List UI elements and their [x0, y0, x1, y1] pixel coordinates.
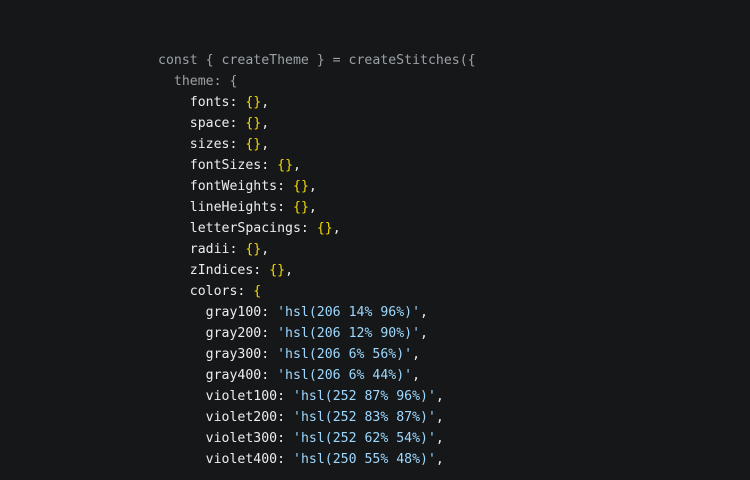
code-line-color-token: violet300: 'hsl(252 62% 54%)',	[205, 431, 444, 446]
property-key: fonts	[189, 95, 230, 110]
property-value: {}	[245, 242, 262, 257]
property-value: {}	[245, 116, 262, 131]
code-line-create-theme: const { createTheme } = createStitches({	[158, 53, 476, 68]
color-token-key: gray100	[205, 305, 262, 320]
property-value: {}	[293, 200, 309, 215]
color-token-key: violet100	[205, 389, 278, 404]
property-value: {}	[277, 158, 294, 173]
color-token-value: 'hsl(252 87% 96%)'	[293, 389, 436, 404]
property-key: space	[189, 116, 230, 131]
code-line-theme: theme: {	[158, 74, 238, 89]
color-token-key: violet200	[205, 410, 278, 425]
code-line-z-indices: zIndices: {},	[189, 263, 294, 278]
property-key: fontWeights	[189, 179, 278, 194]
color-token-value: 'hsl(206 6% 44%)'	[277, 368, 413, 383]
property-key: radii	[189, 242, 230, 257]
property-value: {}	[245, 95, 262, 110]
code-line-color-token: gray300: 'hsl(206 6% 56%)',	[205, 347, 421, 362]
color-token-value: 'hsl(250 55% 48%)'	[293, 452, 436, 467]
property-key: fontSizes	[189, 158, 262, 173]
property-value: {}	[316, 221, 333, 236]
code-line-sizes: sizes: {},	[189, 137, 270, 152]
property-key: lineHeights	[189, 200, 278, 215]
color-token-value: 'hsl(252 62% 54%)'	[293, 431, 436, 446]
color-token-value: 'hsl(206 6% 56%)'	[277, 347, 413, 362]
color-token-value: 'hsl(206 12% 90%)'	[277, 326, 421, 341]
code-line-letter-spacings: letterSpacings: {},	[189, 221, 341, 236]
property-value: {}	[269, 263, 286, 278]
open-brace: {	[253, 284, 262, 299]
code-line-line-heights: lineHeights: {},	[189, 200, 317, 215]
code-line-color-token: violet400: 'hsl(250 55% 48%)',	[205, 452, 444, 467]
color-token-key: gray200	[205, 326, 262, 341]
property-value: {}	[245, 137, 262, 152]
color-token-value: 'hsl(206 14% 96%)'	[277, 305, 421, 320]
code-line-color-token: violet200: 'hsl(252 83% 87%)',	[205, 410, 444, 425]
property-key: colors	[189, 284, 238, 299]
code-block: const { createTheme } = createStitches({…	[158, 50, 476, 470]
code-line-colors: colors: {	[189, 284, 262, 299]
property-value: {}	[293, 179, 309, 194]
code-line-color-token: violet100: 'hsl(252 87% 96%)',	[205, 389, 444, 404]
color-token-key: gray400	[205, 368, 262, 383]
code-line-radii: radii: {},	[189, 242, 270, 257]
color-token-key: violet400	[205, 452, 278, 467]
code-line-font-weights: fontWeights: {},	[189, 179, 317, 194]
code-line-color-token: gray100: 'hsl(206 14% 96%)',	[205, 305, 428, 320]
code-line-color-token: gray400: 'hsl(206 6% 44%)',	[205, 368, 421, 383]
code-line-fonts: fonts: {},	[189, 95, 270, 110]
color-token-key: gray300	[205, 347, 262, 362]
code-line-space: space: {},	[189, 116, 270, 131]
property-key: letterSpacings	[189, 221, 301, 236]
color-token-value: 'hsl(252 83% 87%)'	[293, 410, 436, 425]
property-key: sizes	[189, 137, 230, 152]
property-key: zIndices	[189, 263, 254, 278]
color-token-key: violet300	[205, 431, 278, 446]
code-line-font-sizes: fontSizes: {},	[189, 158, 301, 173]
code-line-color-token: gray200: 'hsl(206 12% 90%)',	[205, 326, 428, 341]
